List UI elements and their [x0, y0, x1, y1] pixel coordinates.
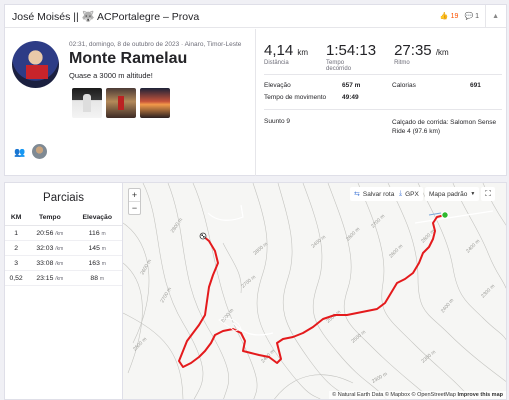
table-row: 0,52 23:15 /km 88 m — [5, 270, 122, 286]
contour-label: 2400 m — [465, 238, 481, 254]
contour-label: 2700 m — [240, 274, 257, 289]
kudos-count: 19 — [450, 12, 459, 20]
activity-card: José Moisés || 🐺 ACPortalegre – Prova 👍 … — [4, 4, 507, 176]
activity-header-title[interactable]: José Moisés || 🐺 ACPortalegre – Prova — [12, 10, 440, 23]
zoom-in-button[interactable]: + — [129, 189, 140, 202]
contour-label: 2300 m — [420, 349, 437, 364]
shoes-info[interactable]: Calçado de corrida: Salomon Sense Ride 4… — [392, 118, 504, 136]
map-attribution: © Natural Earth Data © Mapbox © OpenStre… — [329, 391, 506, 399]
activity-header: José Moisés || 🐺 ACPortalegre – Prova 👍 … — [5, 4, 506, 28]
table-row: 2 32:03 /km 145 m — [5, 240, 122, 256]
group-participants: 👥 — [14, 144, 47, 159]
map-canvas[interactable]: 2800 m 2600 m 2700 m 2500 m 2800 m 2700 … — [123, 183, 507, 400]
stat-pace: 27:35 /km Ritmo — [394, 42, 449, 66]
activity-photo[interactable] — [140, 88, 170, 118]
route-map[interactable]: 2800 m 2600 m 2700 m 2500 m 2800 m 2700 … — [122, 182, 507, 400]
attribution-text[interactable]: © Natural Earth Data © Mapbox © OpenStre… — [332, 392, 456, 398]
comment-count: 1 — [475, 12, 480, 20]
table-row: 1 20:56 /km 116 m — [5, 225, 122, 241]
gpx-download-button[interactable]: ⤓ GPX — [395, 187, 423, 201]
splits-title: Parciais — [43, 192, 84, 204]
activity-summary: 02:31, domingo, 8 de outubro de 2023 · A… — [5, 29, 255, 176]
activity-stats: 4,14 km Distância 1:54:13 Tempo decorrid… — [255, 29, 507, 176]
activity-description: Quase a 3000 m altitude! — [69, 71, 153, 80]
contour-label: 2600 m — [345, 226, 361, 242]
calories-label: Calorias — [392, 82, 416, 89]
column-header: KM — [5, 214, 28, 226]
contour-label: 2600 m — [140, 259, 154, 276]
divider — [264, 74, 502, 75]
activity-title: Monte Ramelau — [69, 50, 188, 67]
kudos-button[interactable]: 👍 19 — [439, 12, 459, 21]
contour-label: 2300 m — [480, 283, 496, 299]
elevation-label: Elevação — [264, 82, 291, 89]
splits-table: KM Tempo Elevação 1 20:56 /km 116 m 2 32… — [5, 214, 122, 286]
moving-time-label: Tempo de movimento — [264, 94, 327, 101]
save-route-button[interactable]: ⇆ Salvar rota — [350, 187, 399, 201]
comments-button[interactable]: 💬 1 — [464, 12, 480, 21]
participant-avatar[interactable] — [32, 144, 47, 159]
contour-label: 2400 m — [440, 298, 455, 315]
divider — [485, 4, 487, 28]
athlete-avatar[interactable] — [12, 41, 59, 88]
route-end-marker — [199, 232, 207, 240]
fullscreen-button[interactable]: ⛶ — [481, 187, 495, 201]
moving-time-value: 49:49 — [342, 94, 359, 101]
contour-label: 2500 m — [350, 329, 367, 344]
splits-panel: Parciais KM Tempo Elevação 1 20:56 /km 1… — [4, 182, 122, 400]
route-icon: ⇆ — [354, 191, 360, 198]
comment-icon: 💬 — [464, 13, 474, 20]
device-name: Suunto 9 — [264, 118, 291, 125]
contour-label: 2300 m — [371, 371, 388, 385]
column-header: Elevação — [72, 214, 122, 226]
column-header: Tempo — [27, 214, 73, 226]
map-style-select[interactable]: Mapa padrão ▼ — [425, 187, 480, 201]
people-icon: 👥 — [14, 146, 26, 157]
activity-meta: 02:31, domingo, 8 de outubro de 2023 · A… — [69, 41, 242, 48]
zoom-controls: + − — [128, 188, 141, 215]
activity-photo[interactable] — [72, 88, 102, 118]
contour-label: 2500 m — [132, 336, 148, 352]
zoom-out-button[interactable]: − — [129, 202, 140, 214]
contour-label: 2700 m — [370, 213, 386, 229]
elevation-value: 657 m — [342, 82, 361, 89]
divider — [264, 109, 502, 110]
contour-label: 2400 m — [310, 234, 327, 249]
collapse-icon[interactable]: ▲ — [492, 13, 499, 20]
contour-label: 2800 m — [170, 217, 184, 234]
calories-value: 691 — [470, 82, 481, 89]
stat-distance: 4,14 km Distância — [264, 42, 309, 66]
download-icon: ⤓ — [399, 190, 403, 197]
contour-label: 2600 m — [388, 243, 404, 259]
thumbs-up-icon: 👍 — [439, 13, 449, 20]
activity-route — [178, 214, 446, 368]
table-row: 3 33:08 /km 163 m — [5, 255, 122, 271]
chevron-down-icon: ▼ — [470, 191, 476, 197]
improve-map-link[interactable]: Improve this map — [457, 392, 503, 398]
contour-label: 2700 m — [160, 287, 174, 304]
stat-elapsed-time: 1:54:13 Tempo decorrido — [326, 42, 377, 72]
route-start-marker — [441, 211, 449, 219]
activity-photo[interactable] — [106, 88, 136, 118]
fullscreen-icon: ⛶ — [485, 189, 491, 198]
